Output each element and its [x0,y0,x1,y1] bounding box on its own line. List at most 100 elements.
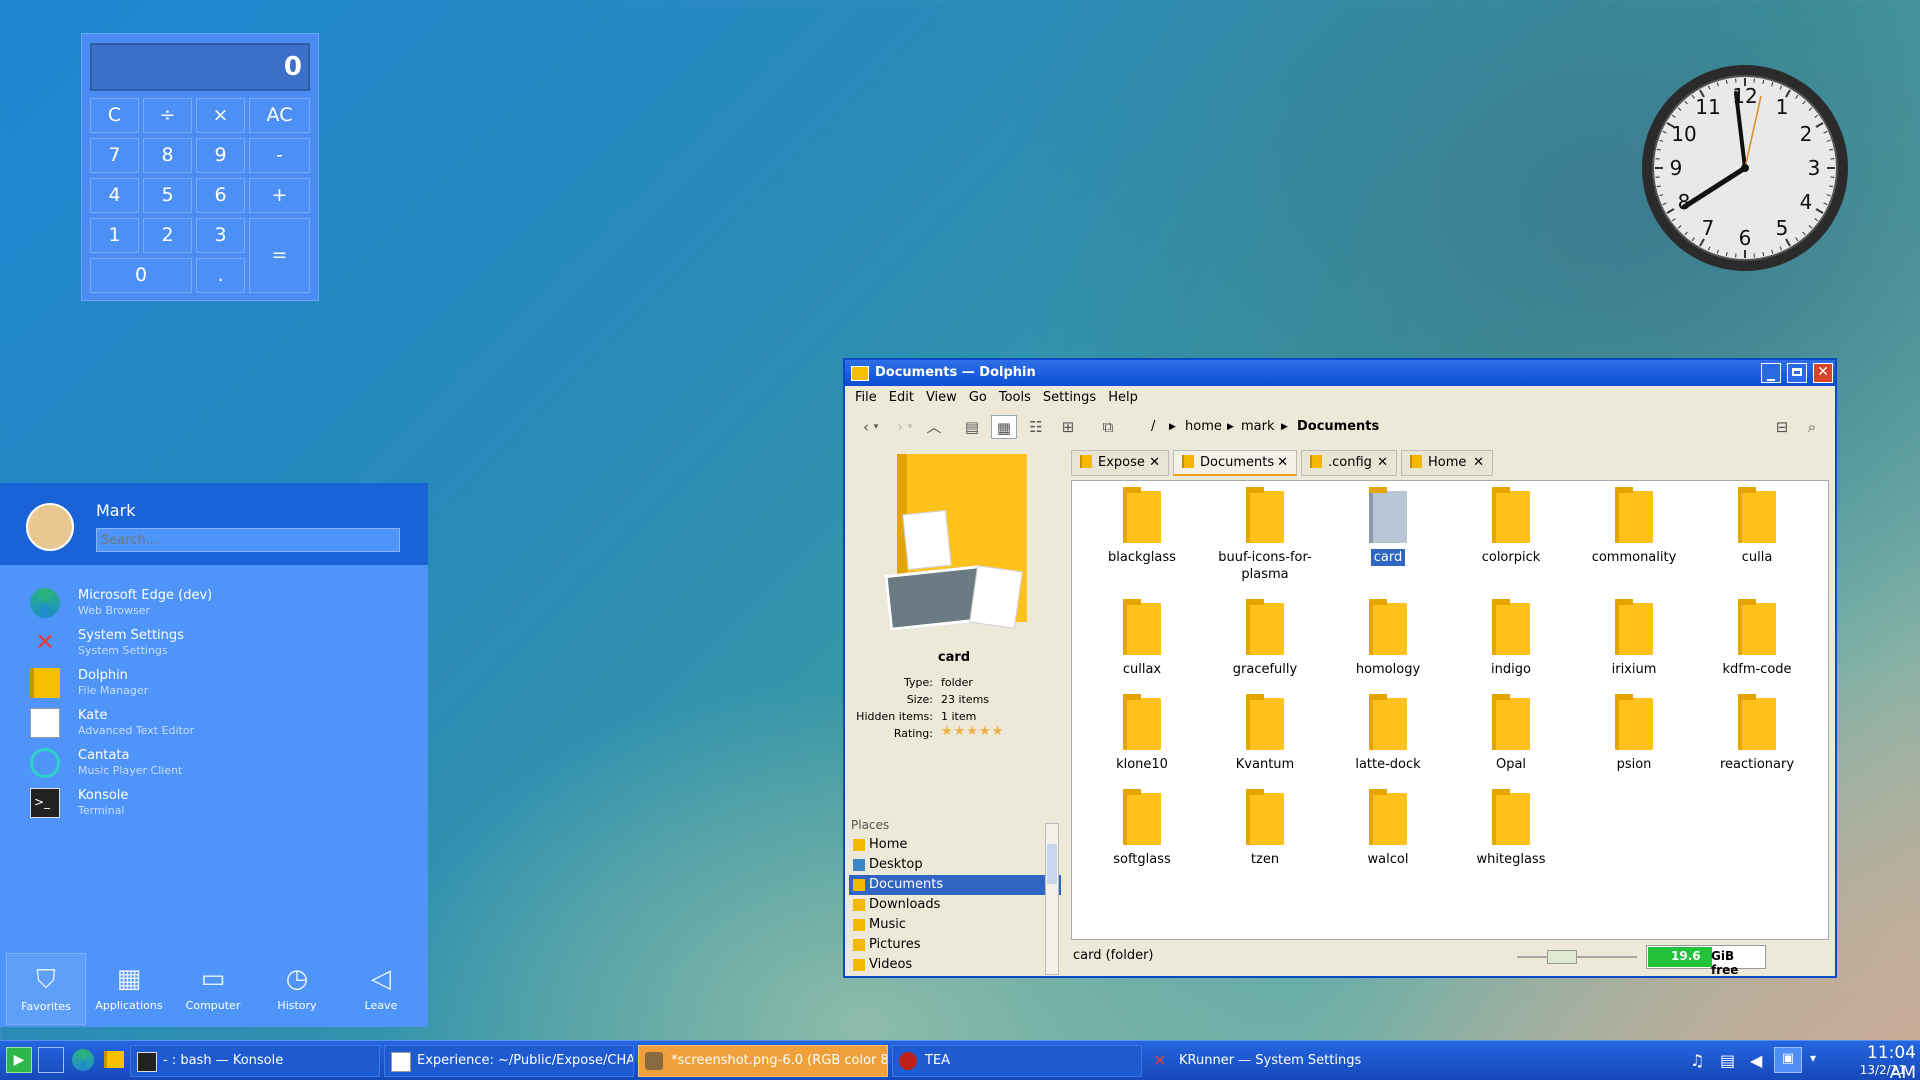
volume-icon[interactable]: ◀ [1750,1051,1762,1070]
calc-key-4[interactable]: 4 [90,178,139,213]
split-panel-button[interactable]: ⊟ [1769,415,1795,439]
tab-documents[interactable]: Documents ✕ [1173,450,1297,476]
folder-item[interactable]: buuf-icons-for-plasma [1205,487,1325,583]
search-button[interactable]: ⌕ [1799,415,1825,439]
breadcrumb-mark[interactable]: mark [1241,410,1275,444]
breadcrumb-root[interactable]: / [1151,410,1155,444]
folder-item[interactable]: colorpick [1451,487,1571,566]
task-gimp[interactable]: *screenshot.png-6.0 (RGB color 8-b... [638,1045,888,1077]
folder-item[interactable]: kdfm-code [1697,599,1817,678]
compact-view-button[interactable]: ☷ [1023,415,1049,439]
places-item-documents[interactable]: Documents [849,875,1061,895]
calc-key-9[interactable]: 9 [196,138,245,173]
chevron-down-icon[interactable]: ▾ [1810,1051,1816,1065]
zoom-slider-handle[interactable] [1547,950,1577,964]
tab-favorites[interactable]: ⛉ Favorites [6,953,86,1025]
folder-item[interactable]: blackglass [1082,487,1202,566]
folder-item[interactable]: whiteglass [1451,789,1571,868]
minimize-button[interactable] [1761,363,1781,383]
folder-item[interactable]: tzen [1205,789,1325,868]
tab-computer[interactable]: ▭ Computer [173,953,253,1025]
calc-key-2[interactable]: 2 [143,218,192,253]
app-dolphin[interactable]: Dolphin File Manager [30,666,410,702]
calc-key-all-clear[interactable]: AC [249,98,310,133]
tab-applications[interactable]: ▦ Applications [89,953,169,1025]
places-item-desktop[interactable]: Desktop [849,855,1059,875]
places-item-pictures[interactable]: Pictures [849,935,1059,955]
up-button[interactable]: ︿ [921,415,947,439]
avatar[interactable] [26,503,74,551]
tab-home[interactable]: Home ✕ [1401,450,1493,476]
places-item-downloads[interactable]: Downloads [849,895,1059,915]
folder-item[interactable]: latte-dock [1328,694,1448,773]
app-konsole[interactable]: >_ Konsole Terminal [30,786,410,822]
back-history-dropdown[interactable]: ▾ [869,415,883,439]
task-krunner[interactable]: ✕ KRunner — System Settings [1146,1045,1396,1077]
calc-key-6[interactable]: 6 [196,178,245,213]
folder-item[interactable]: reactionary [1697,694,1817,773]
breadcrumb-documents[interactable]: Documents [1297,410,1379,444]
app-kate[interactable]: Kate Advanced Text Editor [30,706,410,742]
app-system-settings[interactable]: ✕ System Settings System Settings [30,626,410,662]
folder-item[interactable]: homology [1328,599,1448,678]
close-tab-icon[interactable]: ✕ [1149,451,1160,475]
folder-item[interactable]: Opal [1451,694,1571,773]
folder-item[interactable]: klone10 [1082,694,1202,773]
clipboard-icon[interactable]: ▤ [1720,1051,1735,1070]
menu-file[interactable]: File [849,386,883,410]
calc-key-divide[interactable]: ÷ [143,98,192,133]
folder-item[interactable]: indigo [1451,599,1571,678]
places-item-music[interactable]: Music [849,915,1059,935]
zoom-slider[interactable] [1517,950,1637,964]
edge-launcher-icon[interactable] [72,1049,94,1071]
launcher-button[interactable]: ▶ [6,1047,32,1073]
app-cantata[interactable]: Cantata Music Player Client [30,746,410,782]
menu-go[interactable]: Go [963,386,993,410]
menu-help[interactable]: Help [1102,386,1144,410]
search-input[interactable] [96,528,400,552]
calc-key-5[interactable]: 5 [143,178,192,213]
folder-item[interactable]: culla [1697,487,1817,566]
app-microsoft-edge[interactable]: Microsoft Edge (dev) Web Browser [30,586,410,622]
tab-expose[interactable]: Expose ✕ [1071,450,1169,476]
folder-item[interactable]: walcol [1328,789,1448,868]
task-tea[interactable]: TEA [892,1045,1142,1077]
rating-stars[interactable]: ★★★★★ [941,724,1004,739]
calc-key-plus[interactable]: + [249,178,310,213]
folder-item[interactable]: Kvantum [1205,694,1325,773]
menu-view[interactable]: View [920,386,963,410]
task-kate[interactable]: Experience: ~/Public/Expose/CHAN... [384,1045,634,1077]
maximize-button[interactable] [1787,363,1807,383]
clock-date[interactable]: 13/2/21 [1836,1063,1906,1077]
places-item-videos[interactable]: Videos [849,955,1059,975]
folder-item-selected[interactable]: card [1328,487,1448,566]
close-tab-icon[interactable]: ✕ [1473,451,1484,475]
task-konsole[interactable]: - : bash — Konsole [130,1045,380,1077]
folder-item[interactable]: cullax [1082,599,1202,678]
details-view-button[interactable]: ⊞ [1055,415,1081,439]
close-button[interactable]: ✕ [1813,363,1833,383]
calc-key-clear[interactable]: C [90,98,139,133]
folder-item[interactable]: psion [1574,694,1694,773]
scrollbar-thumb[interactable] [1047,844,1057,884]
folder-item[interactable]: gracefully [1205,599,1325,678]
forward-history-dropdown[interactable]: ▾ [903,415,917,439]
places-item-home[interactable]: Home [849,835,1059,855]
close-tab-icon[interactable]: ✕ [1377,451,1388,475]
folder-item[interactable]: commonality [1574,487,1694,566]
menu-settings[interactable]: Settings [1037,386,1102,410]
calc-key-3[interactable]: 3 [196,218,245,253]
notifications-icon[interactable]: ♫ [1690,1051,1704,1070]
places-scrollbar[interactable] [1045,823,1059,975]
calc-key-equals[interactable]: = [249,218,310,293]
pager-button[interactable] [38,1047,64,1073]
calc-key-0[interactable]: 0 [90,258,192,293]
network-icon[interactable]: ▣ [1774,1047,1802,1073]
menu-tools[interactable]: Tools [993,386,1037,410]
calc-key-decimal[interactable]: . [196,258,245,293]
icons-view-button[interactable]: ▦ [991,415,1017,439]
calc-key-multiply[interactable]: × [196,98,245,133]
tab-history[interactable]: ◷ History [257,953,337,1025]
details-panel-button[interactable]: ▤ [959,415,985,439]
calc-key-1[interactable]: 1 [90,218,139,253]
